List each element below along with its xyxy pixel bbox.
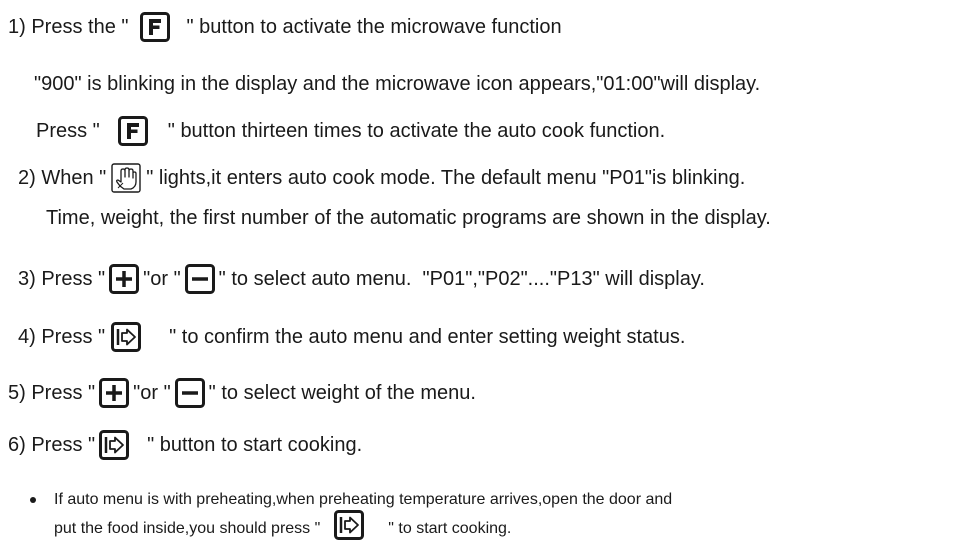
step-1-text-end: " button to activate the microwave funct… bbox=[186, 16, 562, 38]
note-line-2: put the food inside,you should press " "… bbox=[54, 510, 512, 540]
note-text-2-end: " to start cooking. bbox=[388, 520, 512, 537]
step-2-detail-line: Time, weight, the first number of the au… bbox=[46, 206, 771, 230]
step-2-text-end: " lights,it enters auto cook mode. The d… bbox=[146, 167, 746, 189]
step-3-text-start: 3) Press " bbox=[18, 268, 106, 290]
function-button-icon bbox=[140, 12, 171, 42]
step-4-line: 4) Press " " to confirm the auto menu an… bbox=[18, 322, 685, 352]
step-2-text-start: 2) When " bbox=[18, 167, 107, 189]
step-6-line: 6) Press " " button to start cooking. bbox=[8, 430, 362, 460]
note-line-1: If auto menu is with preheating,when pre… bbox=[54, 490, 672, 510]
function-button-icon bbox=[117, 116, 148, 146]
note-text-1: If auto menu is with preheating,when pre… bbox=[54, 491, 673, 508]
step-4-text-end: " to confirm the auto menu and enter set… bbox=[169, 326, 686, 348]
minus-button-icon bbox=[184, 264, 215, 294]
step-5-line: 5) Press " "or " " to select weight of t… bbox=[8, 378, 476, 408]
start-confirm-button-icon bbox=[111, 322, 142, 352]
step-4-text-start: 4) Press " bbox=[18, 326, 106, 348]
step-1-detail-text: "900" is blinking in the display and the… bbox=[34, 73, 761, 95]
step-3-text-end: " to select auto menu. "P01","P02"...."P… bbox=[218, 268, 705, 290]
auto-cook-hand-icon bbox=[110, 162, 142, 194]
note-text-2-start: put the food inside,you should press " bbox=[54, 520, 321, 537]
step-1-press-text-start: Press " bbox=[36, 120, 100, 142]
step-2-line: 2) When " " lights,it enters auto cook m… bbox=[18, 162, 745, 194]
minus-button-icon bbox=[174, 378, 205, 408]
step-3-text-or: "or " bbox=[143, 268, 181, 290]
step-1-line: 1) Press the " " button to activate the … bbox=[8, 12, 562, 42]
step-2-detail-text: Time, weight, the first number of the au… bbox=[46, 207, 771, 229]
step-1-detail-line: "900" is blinking in the display and the… bbox=[34, 72, 760, 96]
start-confirm-button-icon bbox=[99, 430, 130, 460]
step-6-text-start: 6) Press " bbox=[8, 434, 96, 456]
step-1-text-start: 1) Press the " bbox=[8, 16, 129, 38]
step-6-text-end: " button to start cooking. bbox=[147, 434, 363, 456]
step-1-press-text-end: " button thirteen times to activate the … bbox=[167, 120, 666, 142]
plus-button-icon bbox=[109, 264, 140, 294]
step-5-text-start: 5) Press " bbox=[8, 382, 96, 404]
step-5-text-end: " to select weight of the menu. bbox=[208, 382, 476, 404]
start-confirm-button-icon bbox=[334, 510, 365, 540]
plus-button-icon bbox=[99, 378, 130, 408]
step-3-line: 3) Press " "or " " to select auto menu. … bbox=[18, 264, 705, 294]
step-1-press-line: Press " " button thirteen times to activ… bbox=[36, 116, 665, 146]
step-5-text-or: "or " bbox=[133, 382, 171, 404]
note-bullet bbox=[30, 497, 36, 503]
